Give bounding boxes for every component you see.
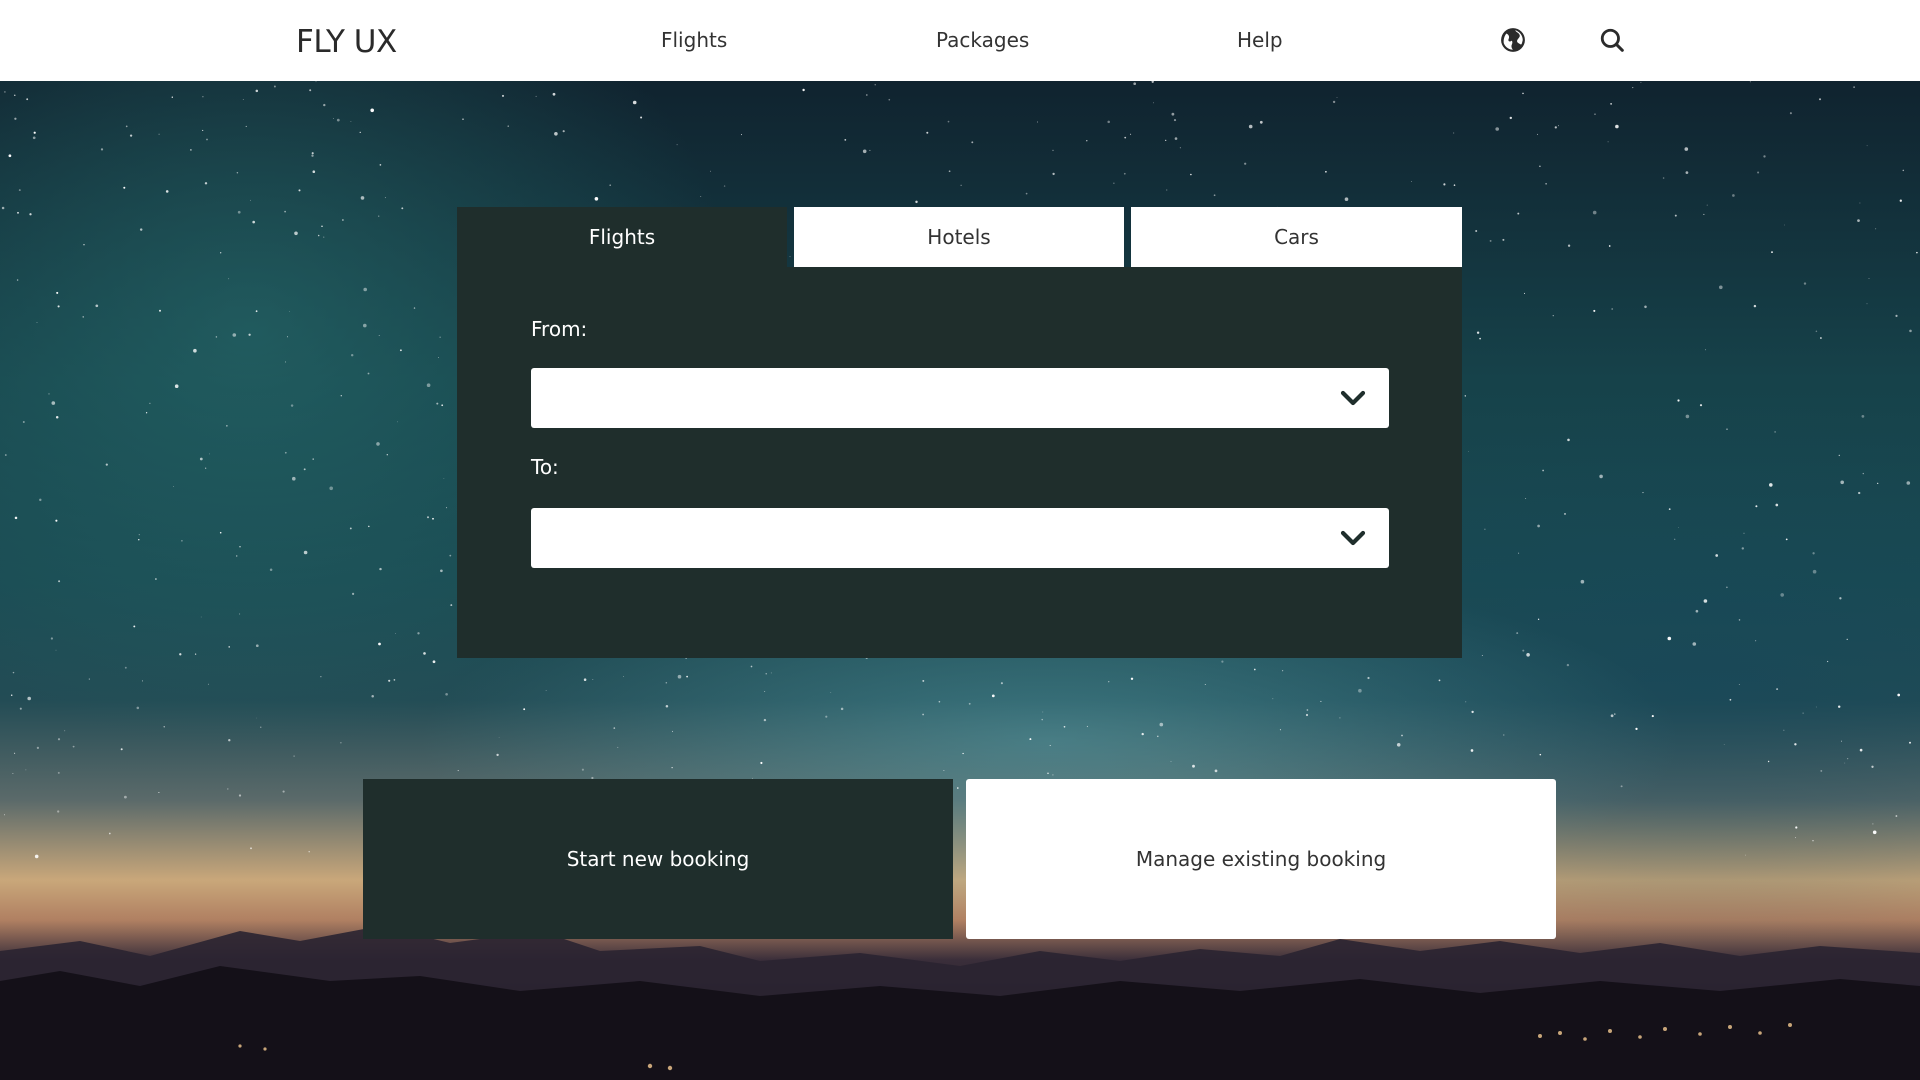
to-select[interactable] (531, 508, 1389, 568)
chevron-down-icon (1340, 530, 1366, 546)
nav-link-flights[interactable]: Flights (661, 28, 727, 52)
manage-existing-booking-button[interactable]: Manage existing booking (966, 779, 1556, 939)
flights-form: From: To: (457, 267, 1462, 658)
nav-link-packages[interactable]: Packages (936, 28, 1029, 52)
nav-link-help[interactable]: Help (1237, 28, 1283, 52)
booking-search-panel: Flights Hotels Cars From: To: (457, 207, 1462, 658)
from-select[interactable] (531, 368, 1389, 428)
tab-hotels[interactable]: Hotels (794, 207, 1124, 267)
from-label: From: (531, 317, 588, 341)
tab-flights[interactable]: Flights (457, 207, 787, 267)
search-icon[interactable] (1599, 27, 1625, 53)
top-navigation-bar: FLY UX Flights Packages Help (0, 0, 1920, 81)
tab-cars[interactable]: Cars (1131, 207, 1462, 267)
start-new-booking-button[interactable]: Start new booking (363, 779, 953, 939)
to-label: To: (531, 455, 559, 479)
chevron-down-icon (1340, 390, 1366, 406)
globe-icon[interactable] (1500, 27, 1526, 53)
site-logo[interactable]: FLY UX (296, 24, 397, 60)
